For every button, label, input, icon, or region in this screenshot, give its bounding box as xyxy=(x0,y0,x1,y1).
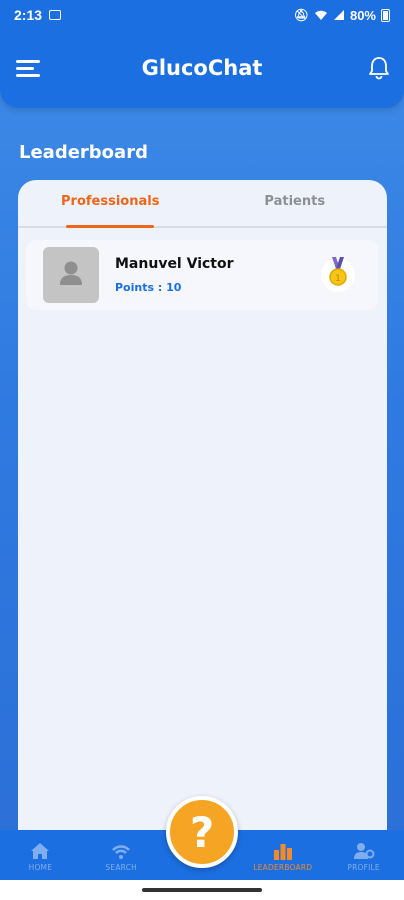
help-fab-button[interactable]: ? xyxy=(166,796,238,868)
gallery-notification-icon xyxy=(49,10,62,20)
battery-icon xyxy=(381,8,390,22)
profile-icon xyxy=(353,843,375,859)
signal-icon xyxy=(333,10,344,20)
home-gesture-pill[interactable] xyxy=(142,888,262,892)
nav-home-label: HOME xyxy=(28,863,53,872)
battery-percent: 80% xyxy=(349,7,376,23)
nav-profile-label: PROFILE xyxy=(347,863,380,872)
avatar xyxy=(43,247,99,303)
active-tab-indicator xyxy=(66,225,154,228)
user-points: Points : 10 xyxy=(115,281,182,294)
person-placeholder-icon xyxy=(60,261,82,285)
bell-icon[interactable] xyxy=(368,56,390,80)
nav-search-label: SEARCH xyxy=(105,863,137,872)
tab-professionals[interactable]: Professionals xyxy=(18,180,203,226)
leaderboard-icon xyxy=(273,844,292,860)
wifi-icon xyxy=(314,10,327,20)
nav-search[interactable]: SEARCH xyxy=(81,830,162,880)
home-icon xyxy=(31,843,50,859)
svg-text:1: 1 xyxy=(335,274,341,284)
status-indicators: 🔕︎ 80% xyxy=(294,8,390,23)
tab-bar: Professionals Patients xyxy=(18,180,387,228)
gold-medal-icon: 1 xyxy=(321,257,355,292)
app-title: GlucoChat xyxy=(141,56,263,80)
search-icon xyxy=(112,845,131,859)
status-bar: 2:13 🔕︎ 80% xyxy=(0,0,404,30)
section-title: Leaderboard xyxy=(19,142,148,163)
user-name: Manuvel Victor xyxy=(115,256,234,272)
mute-icon: 🔕︎ xyxy=(293,8,309,22)
nav-profile[interactable]: PROFILE xyxy=(323,830,404,880)
nav-leaderboard-label: LEADERBOARD xyxy=(253,863,313,872)
nav-home[interactable]: HOME xyxy=(0,830,81,880)
leaderboard-row[interactable]: Manuvel Victor Points : 10 1 xyxy=(26,240,378,310)
status-time: 2:13 xyxy=(14,7,43,23)
leaderboard-card: Professionals Patients Manuvel Victor Po… xyxy=(18,180,387,840)
tab-patients[interactable]: Patients xyxy=(203,180,388,226)
nav-leaderboard[interactable]: LEADERBOARD xyxy=(242,830,323,880)
app-bar: GlucoChat xyxy=(0,30,404,108)
